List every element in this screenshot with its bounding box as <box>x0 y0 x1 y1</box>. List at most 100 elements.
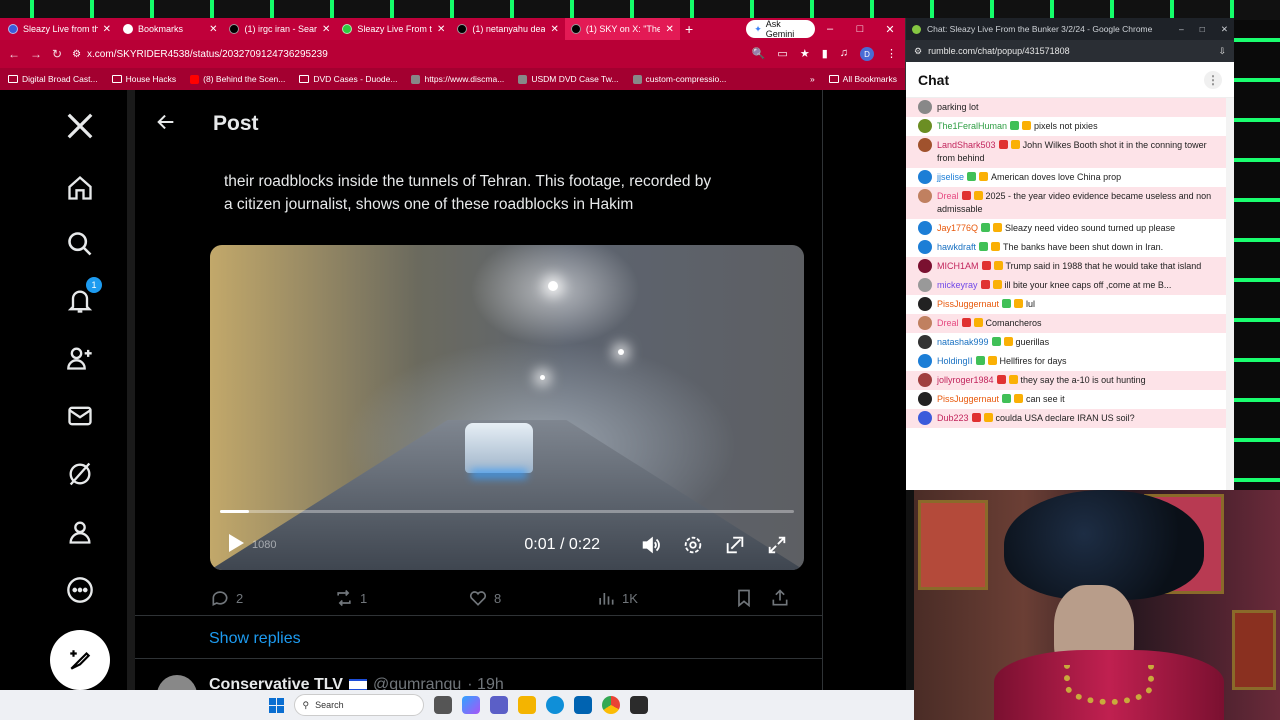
browser-tab[interactable]: Sleazy Live From th ✕ <box>336 18 451 40</box>
grok-icon[interactable] <box>60 454 100 494</box>
bookmark-item[interactable]: DVD Cases - Duode... <box>299 74 397 84</box>
chat-message[interactable]: The1FeralHuman pixels not pixies <box>906 117 1226 136</box>
chat-message[interactable]: Dreal Comancheros <box>906 314 1226 333</box>
url-field[interactable]: ⚙ x.com/SKYRIDER4538/status/203270912473… <box>72 44 742 64</box>
close-icon[interactable]: ✕ <box>875 23 905 36</box>
more-icon[interactable] <box>60 570 100 610</box>
chat-url-bar[interactable]: ⚙ rumble.com/chat/popup/431571808 ⇩ <box>906 40 1234 62</box>
show-replies-link[interactable]: Show replies <box>209 630 301 648</box>
extensions-icon[interactable]: ▮ <box>822 47 828 61</box>
chat-message[interactable]: Jay1776Q Sleazy need video sound turned u… <box>906 219 1226 238</box>
profile-avatar[interactable]: D <box>860 47 874 61</box>
reply-button[interactable]: 2 <box>210 588 334 608</box>
chat-message[interactable]: jollyroger1984 they say the a-10 is out h… <box>906 371 1226 390</box>
avatar[interactable] <box>918 411 932 425</box>
avatar[interactable] <box>918 316 932 330</box>
teams-icon[interactable] <box>489 696 508 714</box>
chat-username[interactable]: HoldingII <box>937 356 973 366</box>
chat-scrollbar[interactable] <box>1226 98 1234 490</box>
browser-tab[interactable]: (1) netanyahu dea ✕ <box>451 18 564 40</box>
ask-gemini-button[interactable]: ✦ Ask Gemini <box>746 19 815 39</box>
bookmark-item[interactable]: House Hacks <box>111 74 176 84</box>
app-icon[interactable] <box>629 696 648 714</box>
chat-username[interactable]: natashak999 <box>937 337 989 347</box>
chat-message[interactable]: PissJuggernaut can see it <box>906 390 1226 409</box>
bookmark-item[interactable]: https://www.discma... <box>411 74 504 84</box>
browser-tab[interactable]: (1) SKY on X: "The ✕ <box>564 18 680 40</box>
reload-icon[interactable]: ↻ <box>52 47 62 61</box>
copilot-icon[interactable] <box>461 696 480 714</box>
file-explorer-icon[interactable] <box>517 696 536 714</box>
browser-tab[interactable]: Bookmarks ✕ <box>117 18 223 40</box>
avatar[interactable] <box>918 138 932 152</box>
chat-message[interactable]: MICH1AM Trump said in 1988 that he would … <box>906 257 1226 276</box>
settings-gear-icon[interactable] <box>682 534 704 556</box>
zoom-icon[interactable]: 🔍 <box>752 47 766 61</box>
minimize-icon[interactable]: – <box>1179 24 1184 35</box>
chat-message[interactable]: Dreal 2025 - the year video evidence beca… <box>906 187 1226 219</box>
avatar[interactable] <box>918 259 932 273</box>
avatar[interactable] <box>918 189 932 203</box>
chat-username[interactable]: Jay1776Q <box>937 223 978 233</box>
repost-button[interactable]: 1 <box>334 588 468 608</box>
chat-username[interactable]: The1FeralHuman <box>937 121 1007 131</box>
browser-tab[interactable]: Sleazy Live from the ✕ <box>2 18 117 40</box>
chat-message[interactable]: hawkdraft The banks have been shut down i… <box>906 238 1226 257</box>
notifications-bell-icon[interactable]: 1 <box>60 277 102 321</box>
avatar[interactable] <box>918 240 932 254</box>
home-icon[interactable] <box>60 168 100 208</box>
chat-username[interactable]: mickeyray <box>937 280 978 290</box>
site-info-icon[interactable]: ⚙ <box>914 46 922 57</box>
chat-message[interactable]: Dub223 coulda USA declare IRAN US soil? <box>906 409 1226 428</box>
chat-menu-icon[interactable]: ⋮ <box>1204 70 1222 89</box>
video-player[interactable]: 1080 0:01 / 0:22 <box>210 245 804 570</box>
avatar[interactable] <box>918 170 932 184</box>
bookmark-item[interactable]: custom-compressio... <box>632 74 726 84</box>
download-icon[interactable]: ⇩ <box>1218 46 1226 57</box>
bookmark-item[interactable]: Digital Broad Cast... <box>8 74 98 84</box>
chat-username[interactable]: PissJuggernaut <box>937 299 999 309</box>
bookmark-icon[interactable] <box>734 588 770 608</box>
more-bookmarks-icon[interactable]: » <box>810 74 815 84</box>
chat-message[interactable]: parking lot <box>906 98 1226 117</box>
menu-icon[interactable]: ⋮ <box>886 47 897 61</box>
avatar[interactable] <box>918 119 932 133</box>
browser-tab[interactable]: (1) irgc iran - Sear ✕ <box>223 18 336 40</box>
bookmark-star-icon[interactable]: ★ <box>800 47 810 61</box>
minimize-icon[interactable]: – <box>815 23 845 36</box>
chat-username[interactable]: jollyroger1984 <box>937 375 994 385</box>
chat-message-list[interactable]: parking lot The1FeralHuman pixels not pixi… <box>906 98 1226 490</box>
avatar[interactable] <box>918 373 932 387</box>
all-bookmarks-button[interactable]: All Bookmarks <box>828 74 897 84</box>
chat-message[interactable]: PissJuggernaut lul <box>906 295 1226 314</box>
chat-username[interactable]: Dub223 <box>937 413 969 423</box>
avatar[interactable] <box>918 392 932 406</box>
tab-close-icon[interactable]: ✕ <box>437 24 445 35</box>
bookmark-item[interactable]: (8) Behind the Scen... <box>190 74 285 84</box>
chat-username[interactable]: LandShark503 <box>937 140 996 150</box>
fullscreen-icon[interactable] <box>766 534 788 556</box>
compose-post-button[interactable] <box>50 630 110 690</box>
author-name[interactable]: Conservative TLV <box>209 676 343 690</box>
volume-icon[interactable] <box>640 534 662 556</box>
chat-message[interactable]: LandShark503 John Wilkes Booth shot it in… <box>906 136 1226 168</box>
share-icon[interactable] <box>770 588 790 608</box>
chat-message[interactable]: jjselise American doves love China prop <box>906 168 1226 187</box>
tab-close-icon[interactable]: ✕ <box>322 24 330 35</box>
tab-close-icon[interactable]: ✕ <box>209 24 217 35</box>
close-icon[interactable]: ✕ <box>1221 24 1228 35</box>
chat-username[interactable]: jjselise <box>937 172 964 182</box>
play-icon[interactable] <box>226 532 246 559</box>
avatar[interactable] <box>918 335 932 349</box>
task-view-icon[interactable] <box>433 696 452 714</box>
chat-username[interactable]: PissJuggernaut <box>937 394 999 404</box>
chat-message[interactable]: natashak999 guerillas <box>906 333 1226 352</box>
like-button[interactable]: 8 <box>468 588 596 608</box>
tab-close-icon[interactable]: ✕ <box>665 24 673 35</box>
chat-message[interactable]: HoldingII Hellfires for days <box>906 352 1226 371</box>
x-logo-icon[interactable] <box>60 106 100 146</box>
bookmark-item[interactable]: USDM DVD Case Tw... <box>518 74 619 84</box>
store-icon[interactable] <box>573 696 592 714</box>
taskbar-search[interactable]: ⚲ Search <box>293 694 424 716</box>
follow-icon[interactable] <box>60 338 100 378</box>
